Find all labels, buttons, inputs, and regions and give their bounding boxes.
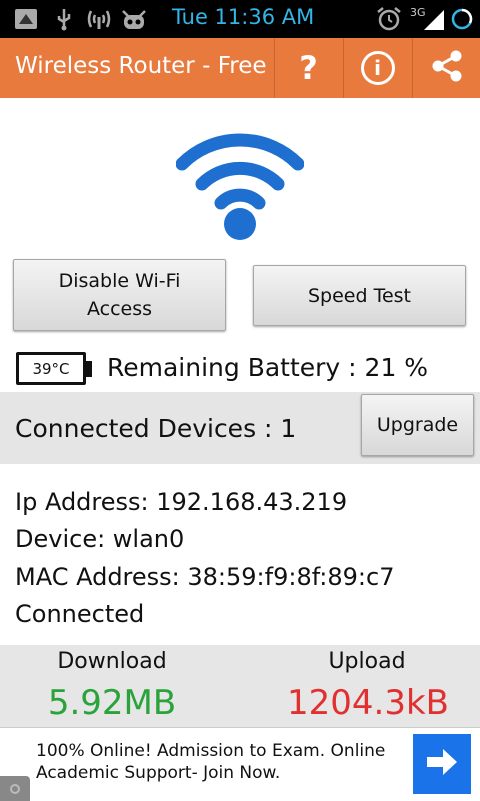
alarm-icon [376,6,402,32]
ip-address-text: Ip Address: 192.168.43.219 [15,488,348,516]
ad-arrow-button[interactable] [413,734,471,794]
info-icon: i [360,51,395,85]
info-button[interactable]: i [343,38,411,98]
upload-value: 1204.3kB [287,683,449,723]
mac-address-text: MAC Address: 38:59:f9:8f:89:c7 [15,563,395,591]
remaining-battery-text: Remaining Battery : 21 % [107,353,429,382]
usb-icon [55,6,73,32]
connected-devices-bar: Connected Devices : 1 Upgrade [0,392,480,464]
ad-choices-icon [10,783,20,794]
network-type-label: 3G [410,6,426,19]
disable-wifi-button[interactable]: Disable Wi-Fi Access [13,259,226,331]
speed-test-button[interactable]: Speed Test [253,265,466,326]
status-bar: Tue 11:36 AM 3G [0,0,480,38]
download-value: 5.92MB [47,683,177,723]
hotspot-icon [86,6,112,32]
info-icon-glyph: i [374,56,381,80]
battery-temperature-indicator: 39°C [16,352,86,385]
signal-icon: 3G [410,6,446,32]
arrow-right-icon [425,747,459,781]
wifi-icon [175,130,305,242]
battery-icon [450,6,474,32]
notification-icon [14,6,38,32]
speed-test-label: Speed Test [307,284,411,307]
ad-banner[interactable]: 100% Online! Admission to Exam. Online A… [0,727,480,801]
status-time: Tue 11:36 AM [172,5,315,29]
help-button[interactable]: ? [274,38,342,98]
upgrade-label: Upgrade [376,414,459,436]
connection-status-text: Connected [15,600,145,628]
traffic-panel: Download Upload 5.92MB 1204.3kB [0,645,480,727]
disable-wifi-label: Disable Wi-Fi Access [58,270,181,320]
share-button[interactable] [412,38,480,98]
upgrade-button[interactable]: Upgrade [361,394,474,456]
ad-text[interactable]: 100% Online! Admission to Exam. Online A… [36,740,406,784]
app-title: Wireless Router - Free [15,53,267,79]
share-icon [429,48,465,88]
upload-label: Upload [328,649,406,674]
connected-devices-label: Connected Devices : 1 [15,414,297,443]
device-text: Device: wlan0 [15,525,185,553]
help-icon: ? [299,49,318,87]
battery-temperature: 39°C [32,359,70,378]
action-bar: Wireless Router - Free ? i [0,38,480,98]
ad-info-corner[interactable] [0,776,30,801]
android-icon [120,6,148,32]
battery-terminal [86,361,92,377]
download-label: Download [57,649,167,674]
